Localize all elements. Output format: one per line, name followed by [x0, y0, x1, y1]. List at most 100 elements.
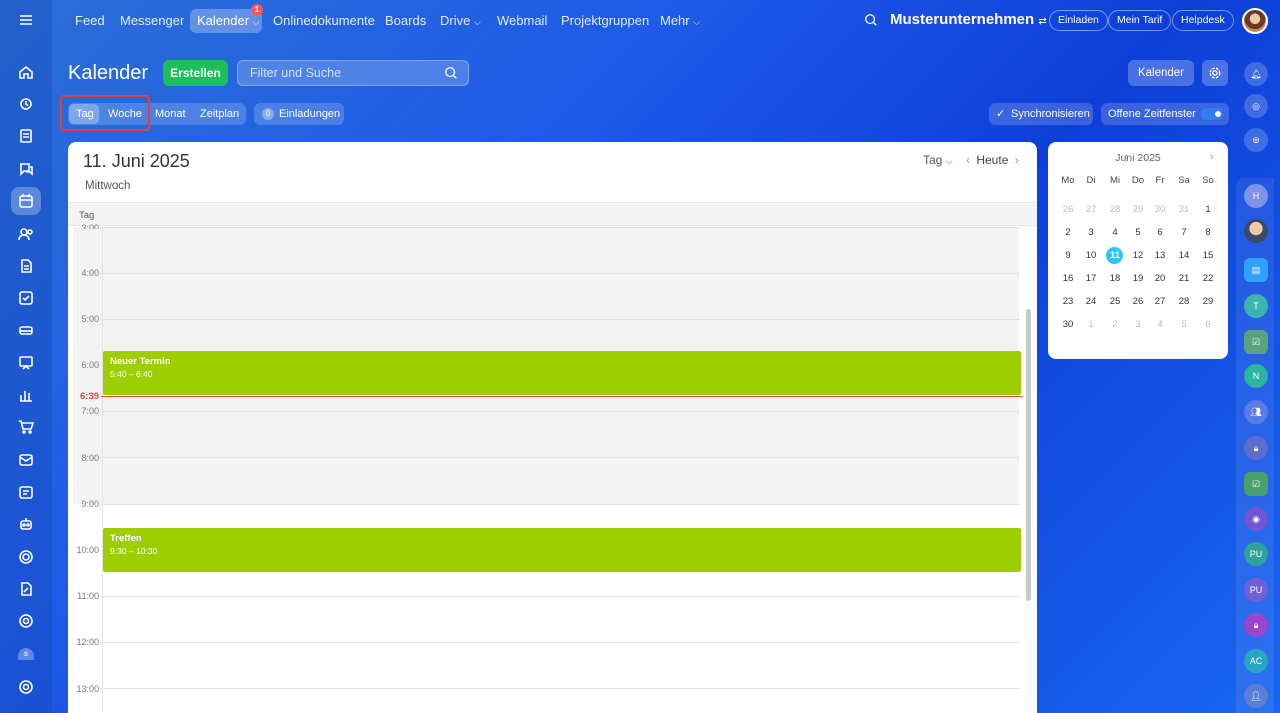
file-icon[interactable] — [14, 254, 38, 278]
mini-calendar-day[interactable]: 15 — [1197, 250, 1219, 261]
mini-calendar-day[interactable]: 1 — [1197, 204, 1219, 215]
mini-calendar-day[interactable]: 11 — [1104, 250, 1126, 261]
nav-mehr[interactable]: Mehr ⌵ — [660, 10, 700, 32]
support-icon[interactable] — [14, 609, 38, 633]
nav-drive[interactable]: Drive ⌵ — [440, 10, 481, 32]
presentation-icon[interactable] — [14, 351, 38, 375]
mini-calendar-day[interactable]: 23 — [1057, 296, 1079, 307]
avatar[interactable]: PU — [1244, 542, 1268, 566]
mini-calendar-day[interactable]: 20 — [1149, 273, 1171, 284]
nav-kalender[interactable]: Kalender ⌵ — [197, 10, 260, 32]
mini-calendar-day[interactable]: 30 — [1149, 204, 1171, 215]
toggle-switch[interactable] — [1201, 108, 1223, 120]
search-input[interactable] — [238, 61, 428, 85]
mini-calendar-day[interactable]: 28 — [1173, 296, 1195, 307]
settings-icon[interactable] — [14, 675, 38, 699]
mini-calendar-day[interactable]: 29 — [1197, 296, 1219, 307]
nav-boards[interactable]: Boards — [385, 10, 426, 32]
analytics-icon[interactable] — [14, 383, 38, 407]
mini-calendar-day[interactable]: 27 — [1080, 204, 1102, 215]
mini-calendar-day[interactable]: 28 — [1104, 204, 1126, 215]
search-icon[interactable] — [444, 66, 458, 80]
mini-calendar-day[interactable]: 7 — [1173, 227, 1195, 238]
avatar[interactable]: AC — [1244, 649, 1268, 673]
drive-icon[interactable] — [14, 318, 38, 342]
view-tab-zeitplan[interactable]: Zeitplan — [200, 103, 239, 125]
nav-onlinedokumente[interactable]: Onlinedokumente — [273, 10, 375, 32]
contacts-icon[interactable] — [14, 222, 38, 246]
calendar-event[interactable]: Treffen 9:30 – 10:30 — [103, 528, 1021, 572]
schedule-icon[interactable] — [14, 480, 38, 504]
mini-calendar-day[interactable]: 19 — [1127, 273, 1149, 284]
mini-calendar-day[interactable]: 1 — [1080, 319, 1102, 330]
mini-calendar-day[interactable]: 24 — [1080, 296, 1102, 307]
today-button[interactable]: Heute — [973, 153, 1011, 167]
menu-icon[interactable] — [14, 8, 38, 32]
nav-feed[interactable]: Feed — [75, 10, 105, 32]
open-slots-toggle[interactable]: Offene Zeitfenster — [1101, 103, 1229, 125]
mini-calendar-day[interactable]: 6 — [1149, 227, 1171, 238]
mail-icon[interactable] — [14, 448, 38, 472]
avatar[interactable]: H — [1244, 184, 1268, 208]
sync-button[interactable]: ✓ Synchronisieren — [989, 103, 1093, 125]
search-icon[interactable] — [864, 13, 880, 29]
mini-calendar-day[interactable]: 27 — [1149, 296, 1171, 307]
mini-calendar-day[interactable]: 8 — [1197, 227, 1219, 238]
goals-icon[interactable]: ◉ — [1244, 507, 1268, 531]
mini-calendar-day[interactable]: 13 — [1149, 250, 1171, 261]
mini-calendar-day[interactable]: 6 — [1197, 319, 1219, 330]
goals-icon[interactable] — [14, 545, 38, 569]
mini-calendar-day[interactable]: 16 — [1057, 273, 1079, 284]
nav-webmail[interactable]: Webmail — [497, 10, 547, 32]
bell-icon[interactable]: 🔔︎ — [1244, 62, 1268, 86]
chat-icon[interactable]: ▤ — [1244, 258, 1268, 282]
mini-calendar-day[interactable]: 22 — [1197, 273, 1219, 284]
lock-icon[interactable]: 🔒︎ — [1244, 436, 1268, 460]
mini-calendar-day[interactable]: 3 — [1127, 319, 1149, 330]
create-button[interactable]: Erstellen — [163, 60, 228, 86]
mini-calendar-day[interactable]: 18 — [1104, 273, 1126, 284]
mini-calendar-day[interactable]: 29 — [1127, 204, 1149, 215]
mini-calendar-day[interactable]: 21 — [1173, 273, 1195, 284]
chevron-right-icon[interactable]: › — [1015, 153, 1019, 167]
view-tab-monat[interactable]: Monat — [155, 103, 186, 125]
settings-button[interactable] — [1202, 60, 1228, 86]
mini-calendar-day[interactable]: 30 — [1057, 319, 1079, 330]
nav-projektgruppen[interactable]: Projektgruppen — [561, 10, 649, 32]
documents-icon[interactable] — [14, 124, 38, 148]
user-avatar-small[interactable]: s — [14, 642, 38, 666]
search-chat-icon[interactable]: ⊜ — [1244, 128, 1268, 152]
mini-calendar-day[interactable]: 31 — [1173, 204, 1195, 215]
cart-icon[interactable] — [14, 415, 38, 439]
mode-dropdown[interactable]: Tag ⌵ — [923, 153, 953, 167]
robot-icon[interactable] — [14, 512, 38, 536]
mini-calendar-day[interactable]: 12 — [1127, 250, 1149, 261]
avatar[interactable]: PU — [1244, 578, 1268, 602]
calendar-event[interactable]: Neuer Termin 5:40 – 6:40 — [103, 351, 1021, 395]
chevron-left-icon[interactable]: ‹ — [966, 153, 970, 167]
mini-calendar-day[interactable]: 2 — [1104, 319, 1126, 330]
activity-icon[interactable]: ◎ — [1244, 94, 1268, 118]
avatar[interactable] — [1244, 219, 1268, 243]
mini-calendar-day[interactable]: 4 — [1149, 319, 1171, 330]
my-plan-button[interactable]: Mein Tarif — [1108, 10, 1172, 31]
mini-calendar-day[interactable]: 17 — [1080, 273, 1102, 284]
scrollbar[interactable] — [1026, 309, 1031, 601]
mini-calendar-day[interactable]: 26 — [1057, 204, 1079, 215]
calendar-icon[interactable] — [14, 189, 38, 213]
mini-calendar-day[interactable]: 10 — [1080, 250, 1102, 261]
users-icon[interactable]: 👤︎ — [1244, 684, 1268, 708]
lock-icon[interactable]: 🔒︎ — [1244, 613, 1268, 637]
feed-icon[interactable] — [14, 92, 38, 116]
mini-calendar-day[interactable]: 4 — [1104, 227, 1126, 238]
calendar-button[interactable]: Kalender — [1128, 60, 1194, 86]
time-grid[interactable]: 3:00 4:00 5:00 6:00 7:00 8:00 9:00 10:00… — [68, 223, 1037, 713]
edit-document-icon[interactable] — [14, 577, 38, 601]
mini-calendar-day[interactable]: 9 — [1057, 250, 1079, 261]
mini-calendar-day[interactable]: 14 — [1173, 250, 1195, 261]
nav-messenger[interactable]: Messenger — [120, 10, 184, 32]
invite-button[interactable]: Einladen — [1049, 10, 1108, 31]
mini-calendar-day[interactable]: 2 — [1057, 227, 1079, 238]
helpdesk-button[interactable]: Helpdesk — [1172, 10, 1234, 31]
mini-calendar-day[interactable]: 5 — [1173, 319, 1195, 330]
